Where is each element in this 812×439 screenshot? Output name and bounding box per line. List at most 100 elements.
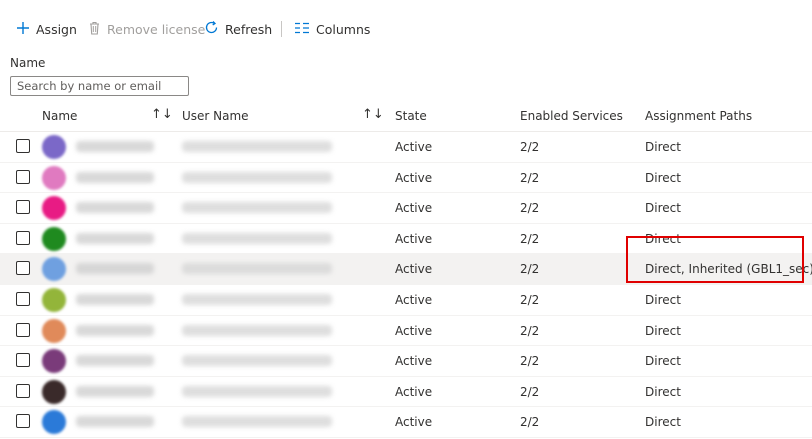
redacted-user-name (182, 171, 332, 183)
refresh-button[interactable]: Refresh (204, 14, 272, 44)
assign-label: Assign (36, 21, 77, 37)
state-cell: Active (395, 415, 433, 430)
sort-icon[interactable]: ↑↓ (362, 107, 384, 122)
redacted-user-name (182, 355, 332, 367)
table-row[interactable]: Active 2/2 Direct (0, 285, 812, 316)
avatar (42, 410, 66, 435)
row-checkbox[interactable] (16, 353, 30, 368)
redacted-name (76, 141, 154, 152)
table-row[interactable]: Active 2/2 Direct (0, 193, 812, 224)
avatar (42, 135, 66, 159)
enabled-services-cell: 2/2 (520, 201, 540, 216)
refresh-label: Refresh (225, 21, 273, 37)
redacted-name (76, 293, 154, 305)
table-row[interactable]: Active 2/2 Direct (0, 407, 812, 438)
column-header-state[interactable]: State (395, 109, 427, 123)
redacted-user-name (182, 202, 332, 214)
enabled-services-cell: 2/2 (520, 292, 540, 307)
toolbar-divider (281, 21, 282, 37)
row-checkbox[interactable] (16, 383, 30, 398)
enabled-services-cell: 2/2 (520, 231, 540, 246)
command-bar: Assign Remove license Refresh Columns (0, 14, 812, 44)
refresh-icon (204, 20, 219, 38)
enabled-services-cell: 2/2 (520, 323, 540, 338)
row-checkbox[interactable] (16, 139, 30, 153)
column-header-enabled-services[interactable]: Enabled Services (520, 109, 623, 123)
avatar (42, 349, 66, 374)
redacted-name (76, 355, 154, 367)
state-cell: Active (395, 231, 433, 246)
assignment-paths-cell: Direct (645, 140, 681, 154)
avatar (42, 257, 66, 282)
column-header-user-name[interactable]: User Name (182, 109, 249, 123)
trash-icon (88, 21, 101, 38)
state-cell: Active (395, 354, 433, 369)
row-checkbox[interactable] (16, 169, 30, 184)
state-cell: Active (395, 292, 433, 307)
enabled-services-cell: 2/2 (520, 140, 540, 154)
table-row[interactable]: Active 2/2 Direct (0, 132, 812, 163)
filter-name-label: Name (10, 56, 46, 70)
enabled-services-cell: 2/2 (520, 415, 540, 430)
redacted-name (76, 324, 154, 336)
redacted-user-name (182, 141, 332, 152)
column-header-assignment-paths[interactable]: Assignment Paths (645, 109, 752, 123)
avatar (42, 318, 66, 343)
remove-license-label: Remove license (107, 21, 206, 37)
state-cell: Active (395, 140, 433, 154)
row-checkbox[interactable] (16, 322, 30, 337)
avatar (42, 287, 66, 312)
redacted-name (76, 202, 154, 214)
redacted-user-name (182, 385, 332, 397)
redacted-user-name (182, 263, 332, 275)
columns-button[interactable]: Columns (294, 14, 370, 44)
redacted-name (76, 263, 154, 275)
table-body: Active 2/2 Direct Active 2/2 Direct Active 2/2 D… (0, 132, 812, 438)
row-checkbox[interactable] (16, 230, 30, 245)
row-checkbox[interactable] (16, 261, 30, 276)
assignment-paths-cell: Direct (645, 292, 681, 307)
column-header-name[interactable]: Name (42, 109, 77, 123)
state-cell: Active (395, 384, 433, 399)
table-row[interactable]: Active 2/2 Direct (0, 346, 812, 377)
assignment-paths-cell: Direct (645, 415, 681, 430)
sort-icon[interactable]: ↑↓ (151, 107, 173, 122)
avatar (42, 165, 66, 190)
table-row[interactable]: Active 2/2 Direct (0, 377, 812, 408)
search-input[interactable] (10, 76, 189, 96)
remove-license-button[interactable]: Remove license (88, 14, 205, 44)
columns-label: Columns (316, 21, 371, 37)
assignment-paths-cell: Direct (645, 323, 681, 338)
highlight-annotation (626, 236, 804, 283)
avatar (42, 379, 66, 404)
row-checkbox[interactable] (16, 200, 30, 215)
table-row[interactable]: Active 2/2 Direct (0, 316, 812, 347)
state-cell: Active (395, 262, 433, 277)
enabled-services-cell: 2/2 (520, 170, 540, 185)
row-checkbox[interactable] (16, 291, 30, 306)
table-header: Name ↑↓ User Name ↑↓ State Enabled Servi… (0, 101, 812, 132)
state-cell: Active (395, 170, 433, 185)
redacted-name (76, 416, 154, 428)
assignment-paths-cell: Direct (645, 170, 681, 185)
assignment-paths-cell: Direct (645, 354, 681, 369)
enabled-services-cell: 2/2 (520, 262, 540, 277)
assignment-paths-cell: Direct (645, 201, 681, 216)
redacted-user-name (182, 293, 332, 305)
row-checkbox[interactable] (16, 414, 30, 429)
columns-icon (294, 22, 310, 37)
table-row[interactable]: Active 2/2 Direct (0, 163, 812, 194)
redacted-name (76, 232, 154, 244)
plus-icon (16, 21, 30, 38)
state-cell: Active (395, 323, 433, 338)
redacted-user-name (182, 232, 332, 244)
enabled-services-cell: 2/2 (520, 354, 540, 369)
redacted-user-name (182, 416, 332, 428)
enabled-services-cell: 2/2 (520, 384, 540, 399)
redacted-user-name (182, 324, 332, 336)
assign-button[interactable]: Assign (16, 14, 77, 44)
avatar (42, 226, 66, 251)
state-cell: Active (395, 201, 433, 216)
assignment-paths-cell: Direct (645, 384, 681, 399)
redacted-name (76, 385, 154, 397)
